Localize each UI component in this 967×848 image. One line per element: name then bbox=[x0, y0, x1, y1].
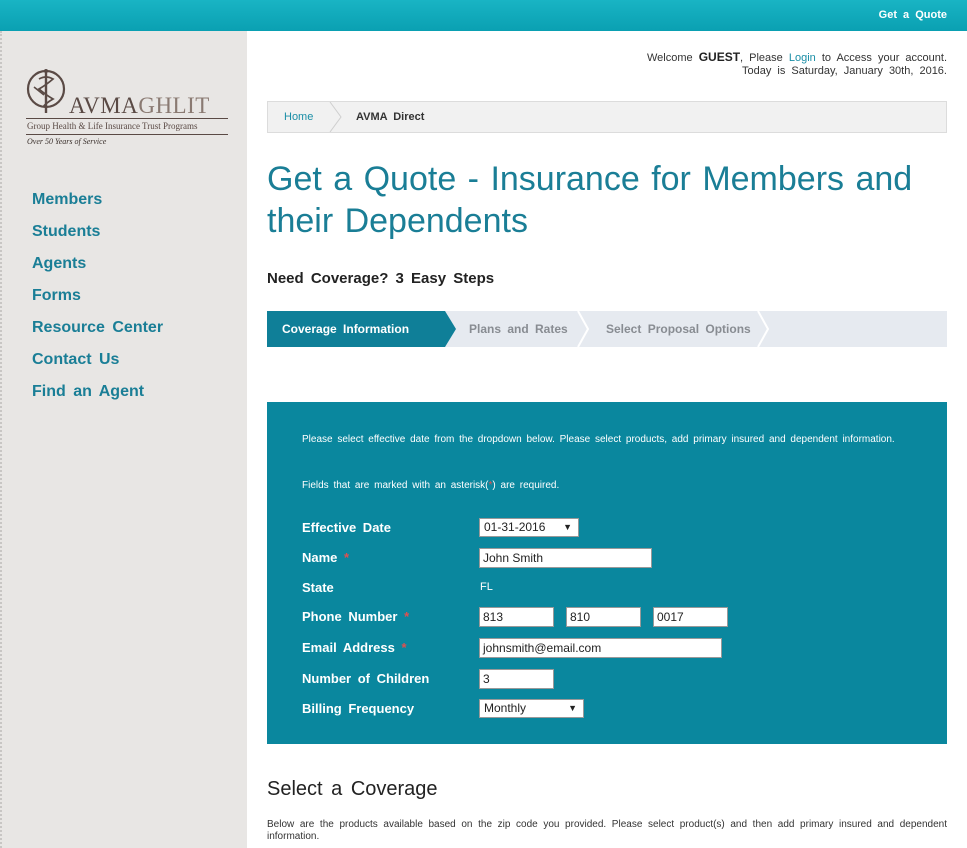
sidebar-nav: Members Students Agents Forms Resource C… bbox=[32, 189, 163, 413]
billing-frequency-value: Monthly bbox=[484, 701, 527, 715]
logo-years: Over 50 Years of Service bbox=[27, 137, 107, 146]
welcome-prefix: Welcome bbox=[646, 52, 693, 64]
phone-label-text: Phone Number bbox=[302, 609, 398, 624]
required-asterisk: * bbox=[344, 550, 350, 565]
step-select-proposal-options[interactable]: Select Proposal Options bbox=[606, 311, 751, 347]
steps-subheading: Need Coverage? 3 Easy Steps bbox=[267, 270, 495, 287]
name-label: Name * bbox=[302, 550, 472, 565]
children-label: Number of Children bbox=[302, 671, 430, 686]
welcome-message: Welcome GUEST, Please Login to Access yo… bbox=[647, 51, 947, 78]
top-bar: Get a Quote bbox=[0, 0, 967, 31]
page-title: Get a Quote - Insurance for Members and … bbox=[267, 160, 913, 240]
avma-ghlit-logo[interactable]: AVMAGHLIT Group Health & Life Insurance … bbox=[26, 65, 236, 155]
step-plans-and-rates[interactable]: Plans and Rates bbox=[469, 311, 568, 347]
nav-item-agents[interactable]: Agents bbox=[32, 253, 163, 285]
select-coverage-heading: Select a Coverage bbox=[267, 778, 438, 800]
state-value: FL bbox=[480, 581, 493, 593]
email-label-text: Email Address bbox=[302, 640, 395, 655]
required-fields-note: Fields that are marked with an asterisk(… bbox=[302, 480, 559, 491]
logo-divider-lower bbox=[26, 134, 228, 135]
email-input[interactable]: johnsmith@email.com bbox=[479, 638, 722, 658]
logo-brand-main: AVMA bbox=[69, 93, 139, 118]
nav-item-find-an-agent[interactable]: Find an Agent bbox=[32, 381, 163, 413]
nav-item-forms[interactable]: Forms bbox=[32, 285, 163, 317]
sidebar: AVMAGHLIT Group Health & Life Insurance … bbox=[0, 31, 247, 848]
phone-label: Phone Number * bbox=[302, 609, 472, 624]
step-chevron-icon bbox=[757, 311, 769, 347]
name-label-text: Name bbox=[302, 550, 338, 565]
select-coverage-description: Below are the products available based o… bbox=[267, 819, 947, 842]
children-count-input[interactable]: 3 bbox=[479, 669, 554, 689]
dropdown-arrow-icon: ▼ bbox=[568, 703, 577, 713]
logo-divider bbox=[26, 118, 228, 119]
nav-item-members[interactable]: Members bbox=[32, 189, 163, 221]
logo-tagline: Group Health & Life Insurance Trust Prog… bbox=[27, 121, 198, 131]
breadcrumb-separator-icon bbox=[329, 102, 342, 132]
nav-item-students[interactable]: Students bbox=[32, 221, 163, 253]
required-asterisk: * bbox=[404, 609, 410, 624]
logo-brand-text: AVMAGHLIT bbox=[69, 93, 210, 119]
nav-item-resource-center[interactable]: Resource Center bbox=[32, 317, 163, 349]
caduceus-emblem-icon bbox=[26, 69, 66, 113]
effective-date-value: 01-31-2016 bbox=[484, 520, 546, 534]
step-coverage-information[interactable]: Coverage Information bbox=[267, 311, 456, 347]
phone-prefix-input[interactable]: 810 bbox=[566, 607, 641, 627]
progress-steps: Coverage Information Plans and Rates Sel… bbox=[267, 311, 947, 347]
dropdown-arrow-icon: ▼ bbox=[563, 522, 572, 532]
name-input[interactable]: John Smith bbox=[479, 548, 652, 568]
breadcrumb-home-link[interactable]: Home bbox=[284, 111, 313, 123]
logo-brand-accent: GHLIT bbox=[138, 93, 210, 118]
required-asterisk: * bbox=[401, 640, 407, 655]
phone-line-input[interactable]: 0017 bbox=[653, 607, 728, 627]
nav-item-contact-us[interactable]: Contact Us bbox=[32, 349, 163, 381]
welcome-suffix: to Access your account. bbox=[821, 52, 947, 64]
req-note-text-end: ) are required. bbox=[492, 480, 560, 491]
effective-date-select[interactable]: 01-31-2016 ▼ bbox=[479, 518, 579, 537]
req-note-text: Fields that are marked with an asterisk( bbox=[302, 480, 489, 491]
billing-label: Billing Frequency bbox=[302, 701, 415, 716]
effective-date-label: Effective Date bbox=[302, 520, 391, 535]
get-a-quote-link[interactable]: Get a Quote bbox=[879, 9, 947, 21]
coverage-form-panel: Please select effective date from the dr… bbox=[267, 402, 947, 744]
breadcrumb: Home AVMA Direct bbox=[267, 101, 947, 133]
login-link[interactable]: Login bbox=[789, 52, 816, 64]
form-instructions: Please select effective date from the dr… bbox=[302, 434, 895, 445]
welcome-user: GUEST bbox=[698, 50, 741, 64]
billing-frequency-select[interactable]: Monthly ▼ bbox=[479, 699, 584, 718]
today-date: Today is Saturday, January 30th, 2016. bbox=[742, 65, 947, 77]
phone-area-code-input[interactable]: 813 bbox=[479, 607, 554, 627]
breadcrumb-current: AVMA Direct bbox=[356, 111, 425, 123]
step-chevron-icon bbox=[577, 311, 589, 347]
welcome-mid: , Please bbox=[740, 52, 783, 64]
email-label: Email Address * bbox=[302, 640, 472, 655]
state-label: State bbox=[302, 580, 334, 595]
